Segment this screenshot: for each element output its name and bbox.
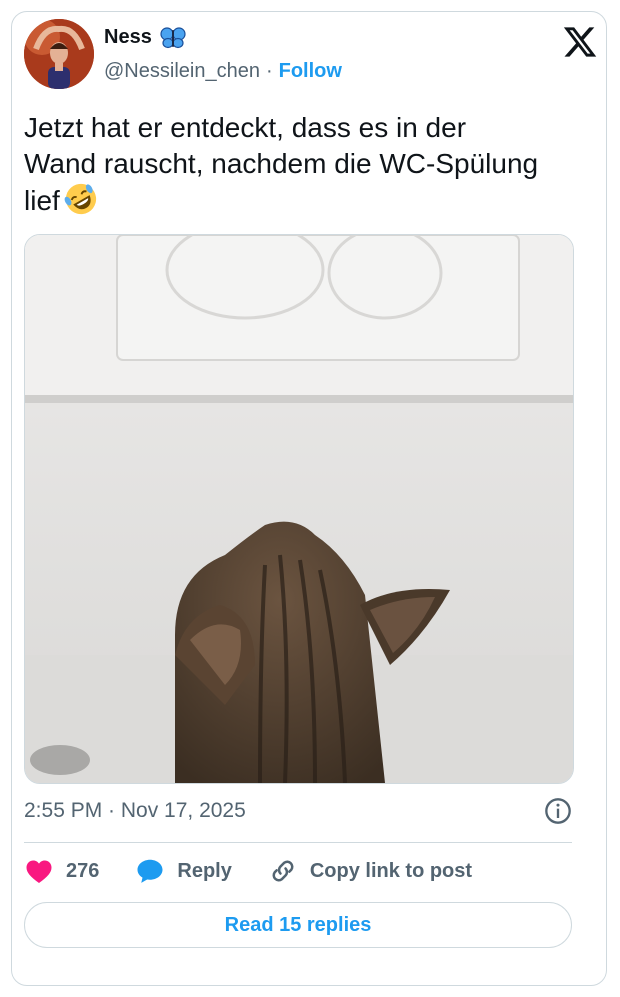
handle-separator: · <box>265 60 273 82</box>
copy-link-button[interactable]: Copy link to post <box>268 856 472 886</box>
read-replies-button[interactable]: Read 15 replies <box>24 902 572 948</box>
tweet-text-block: Jetzt hat er entdeckt, dass es in der Wa… <box>24 110 572 219</box>
tweet-image[interactable] <box>24 234 574 784</box>
x-logo-icon[interactable] <box>562 24 598 60</box>
author-handle[interactable]: @Nessilein_chen <box>104 60 260 83</box>
copy-link-label: Copy link to post <box>309 859 473 882</box>
author-name[interactable]: Ness <box>104 26 152 49</box>
follow-button[interactable]: Follow <box>279 60 342 83</box>
avatar[interactable] <box>24 19 94 89</box>
heart-icon <box>26 860 52 883</box>
link-icon <box>272 860 294 882</box>
cat-photo-image <box>25 235 573 783</box>
divider <box>24 842 572 843</box>
like-count: 276 <box>66 859 100 882</box>
tweet-text: Jetzt hat er entdeckt, dass es in der Wa… <box>24 112 539 216</box>
reply-bubble-icon <box>137 859 163 883</box>
rolling-laughing-emoji-icon <box>64 183 96 215</box>
info-icon[interactable] <box>544 797 572 825</box>
read-replies-label: Read 15 replies <box>224 913 372 936</box>
avatar-image <box>24 19 94 89</box>
reply-label: Reply <box>177 859 232 882</box>
reply-button[interactable]: Reply <box>135 856 232 886</box>
butterfly-icon <box>160 26 186 48</box>
like-button[interactable]: 276 <box>24 856 99 886</box>
tweet-timestamp[interactable]: 2:55 PM · Nov 17, 2025 <box>24 799 246 823</box>
